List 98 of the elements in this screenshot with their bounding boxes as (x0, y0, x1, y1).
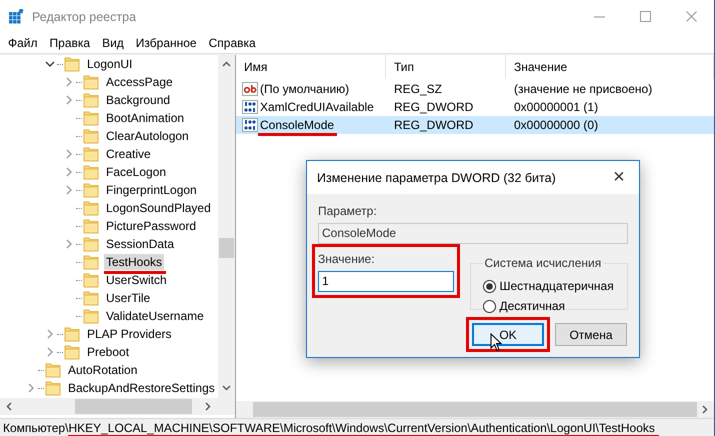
tree-item[interactable]: LogonUI (85, 56, 134, 72)
expand-chevron-icon[interactable] (66, 149, 72, 159)
close-button[interactable]: × (599, 161, 639, 194)
folder-icon (83, 74, 99, 90)
tree-item[interactable]: ValidateUsername (104, 308, 206, 324)
radio-label[interactable]: Десятичная (500, 299, 566, 313)
folder-icon (45, 380, 61, 396)
vertical-scrollbar[interactable] (218, 55, 235, 398)
window-title: Редактор реестра (32, 10, 138, 24)
dialog-button[interactable]: Отмена (555, 323, 627, 346)
tree-item[interactable]: BackupAndRestoreSettings (66, 380, 217, 396)
expand-chevron-icon[interactable] (66, 77, 72, 87)
folder-icon (83, 308, 99, 324)
scrollbar-thumb[interactable] (253, 402, 697, 417)
tree-item[interactable]: UserTile (104, 290, 152, 306)
scroll-right-icon[interactable] (205, 402, 211, 411)
tree-item[interactable]: AccessPage (104, 74, 175, 90)
radio-label[interactable]: Шестнадцатеричная (500, 279, 614, 293)
string-value-icon (242, 81, 258, 97)
folder-icon (83, 128, 99, 144)
horizontal-scrollbar[interactable] (0, 398, 218, 415)
radio-button[interactable] (482, 280, 496, 292)
horizontal-scrollbar[interactable] (236, 401, 714, 418)
expand-chevron-icon[interactable] (66, 167, 72, 177)
tree-item[interactable]: Creative (104, 146, 153, 162)
tree-item[interactable]: SessionData (104, 236, 176, 252)
expand-chevron-icon[interactable] (47, 329, 53, 339)
menu-item[interactable]: Избранное (130, 36, 203, 50)
dialog-button[interactable]: OK (472, 323, 544, 346)
value-name[interactable]: XamlCredUIAvailable (260, 100, 374, 114)
status-text: Компьютер\ (3, 420, 68, 434)
column-header[interactable]: Тип (386, 55, 506, 79)
tree-item[interactable]: FingerprintLogon (104, 182, 199, 198)
registry-app-icon (9, 9, 24, 24)
folder-icon (83, 236, 99, 252)
folder-icon (64, 326, 80, 342)
folder-icon (83, 272, 99, 288)
expand-chevron-icon[interactable] (47, 347, 53, 357)
column-header[interactable]: Значение (506, 55, 714, 79)
scrollbar-thumb[interactable] (75, 399, 192, 414)
folder-icon (83, 218, 99, 234)
value-name[interactable]: ConsoleMode (260, 118, 334, 132)
scroll-right-icon[interactable] (702, 405, 708, 414)
folder-icon (83, 146, 99, 162)
field-label: Значение: (318, 252, 376, 266)
value-type: REG_DWORD (393, 118, 474, 132)
menu-item[interactable]: Справка (202, 36, 262, 50)
folder-icon (83, 254, 99, 270)
folder-icon (83, 182, 99, 198)
scroll-left-icon[interactable] (6, 402, 12, 411)
registry-path: HKEY_LOCAL_MACHINE\SOFTWARE\Microsoft\Windows\CurrentVersion\Authentication\LogonUI\TestHooks (68, 420, 655, 434)
column-header[interactable]: Имя (236, 55, 386, 79)
expand-chevron-icon[interactable] (28, 383, 34, 393)
folder-icon (83, 164, 99, 180)
tree-item[interactable]: Preboot (85, 344, 132, 360)
scroll-down-icon[interactable] (222, 385, 231, 391)
folder-icon (64, 344, 80, 360)
close-icon[interactable] (686, 11, 696, 22)
expand-chevron-icon[interactable] (66, 185, 72, 195)
menu-item[interactable]: Файл (2, 36, 44, 50)
folder-icon (83, 92, 99, 108)
mouse-cursor-icon (490, 333, 502, 352)
maximize-icon[interactable] (640, 11, 650, 22)
parameter-name-field: ConsoleMode (318, 223, 628, 244)
value-data: 0x00000000 (0) (513, 118, 600, 132)
tree-item[interactable]: BootAnimation (104, 110, 186, 126)
tree-item[interactable]: AutoRotation (66, 362, 140, 378)
folder-icon (83, 110, 99, 126)
value-input-field[interactable]: 1 (318, 271, 454, 292)
expand-chevron-icon[interactable] (66, 95, 72, 105)
value-type: REG_SZ (393, 82, 444, 96)
tree-item[interactable]: ClearAutologon (104, 128, 191, 144)
expand-chevron-icon[interactable] (66, 239, 72, 249)
tree-item[interactable]: Background (104, 92, 172, 108)
collapse-chevron-icon[interactable] (45, 61, 55, 67)
scroll-up-icon[interactable] (222, 61, 231, 67)
tree-item[interactable]: UserSwitch (104, 272, 169, 288)
dialog-title: Изменение параметра DWORD (32 бита) (317, 170, 556, 184)
tree-item[interactable]: FaceLogon (104, 164, 168, 180)
radio-button[interactable] (482, 300, 496, 312)
value-type: REG_DWORD (393, 100, 474, 114)
menu-item[interactable]: Правка (44, 36, 96, 50)
folder-icon (45, 362, 61, 378)
folder-icon (64, 56, 80, 72)
value-data: 0x00000001 (1) (513, 100, 600, 114)
tree-item[interactable]: PicturePassword (104, 218, 198, 234)
folder-icon (83, 200, 99, 216)
group-label: Система исчисления (484, 256, 602, 270)
tree-item[interactable]: PLAP Providers (85, 326, 174, 342)
folder-icon (83, 290, 99, 306)
menu-item[interactable]: Вид (96, 36, 130, 50)
binary-value-icon (242, 99, 258, 115)
field-label: Параметр: (318, 204, 378, 218)
value-data: (значение не присвоено) (513, 82, 654, 96)
scrollbar-thumb[interactable] (219, 238, 234, 258)
value-name[interactable]: (По умолчанию) (260, 82, 350, 96)
binary-value-icon (242, 117, 258, 133)
tree-item[interactable]: LogonSoundPlayed (104, 200, 213, 216)
